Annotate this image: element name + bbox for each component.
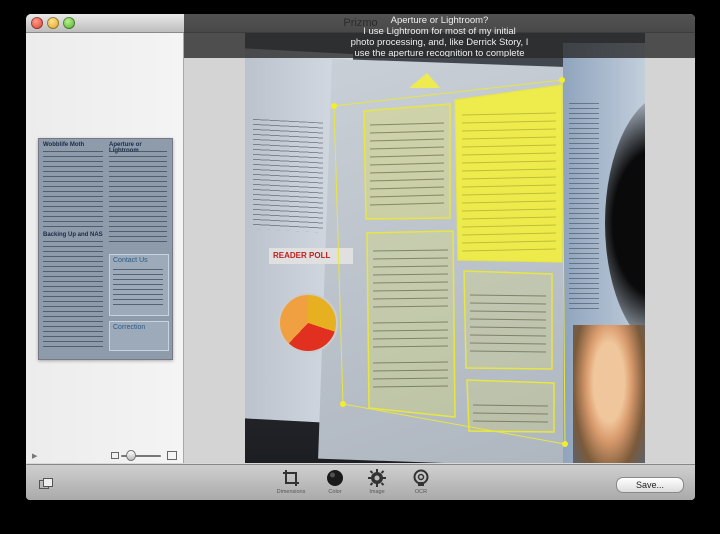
ocr-regions-overlay[interactable] <box>184 33 695 463</box>
tooltip-line-1: Aperture or Lightroom? <box>390 15 489 26</box>
thumb-heading-1: Wobblife Moth <box>43 142 85 148</box>
thumb-heading-5: Correction <box>113 324 146 331</box>
bottom-toolbar: Dimensions Color Image OCR Save... <box>26 464 695 500</box>
image-tool-button[interactable]: Image <box>357 469 397 495</box>
app-window: Prizmo Wobblife Moth Aperture or Lightro… <box>26 14 695 500</box>
thumb-text-block <box>43 241 103 351</box>
sidebar-toggle-icon[interactable] <box>39 478 53 490</box>
dimensions-label: Dimensions <box>276 489 306 495</box>
gear-icon <box>368 469 386 487</box>
corner-handle-top-left[interactable] <box>331 103 337 109</box>
thumb-heading-4: Contact Us <box>113 257 148 264</box>
corner-handle-top-right[interactable] <box>559 77 565 83</box>
crop-icon <box>283 470 299 486</box>
save-button[interactable]: Save... <box>616 477 684 493</box>
page-thumbnail[interactable]: Wobblife Moth Aperture or Lightroom Back… <box>38 138 173 360</box>
color-label: Color <box>328 489 342 495</box>
tooltip-line-3: photo processing, and, like Derrick Stor… <box>350 37 529 48</box>
disclosure-triangle-icon[interactable]: ▶ <box>32 452 37 460</box>
thumb-text-block <box>113 269 163 309</box>
corner-handle-bottom-right[interactable] <box>562 441 568 447</box>
zoom-slider-knob[interactable] <box>126 450 136 461</box>
dimensions-tool-button[interactable]: Dimensions <box>271 469 311 495</box>
color-icon <box>327 470 343 486</box>
thumb-text-block <box>43 151 103 229</box>
color-tool-button[interactable]: Color <box>315 469 355 495</box>
document-canvas[interactable]: READER POLL <box>184 33 695 463</box>
region-wobblife-moth[interactable] <box>363 103 451 220</box>
thumb-heading-3: Backing Up and NAS <box>43 232 103 238</box>
thumb-text-block <box>109 151 167 243</box>
tooltip-line-4: use the aperture recognition to complete <box>354 48 525 57</box>
zoom-out-icon[interactable] <box>111 452 119 459</box>
tooltip-pointer <box>409 73 440 88</box>
ocr-icon <box>413 469 429 486</box>
corner-handle-bottom-left[interactable] <box>340 401 346 407</box>
ocr-label: OCR <box>414 489 428 495</box>
zoom-in-icon[interactable] <box>167 451 177 460</box>
tooltip-line-2: I use Lightroom for most of my initial <box>363 26 516 37</box>
page-sidebar: Wobblife Moth Aperture or Lightroom Back… <box>26 33 184 463</box>
selected-region-aperture[interactable] <box>454 84 563 263</box>
ocr-text-tooltip: Aperture or Lightroom? I use Lightroom f… <box>184 14 695 58</box>
ocr-tool-button[interactable]: OCR <box>401 469 441 495</box>
image-label: Image <box>369 489 385 495</box>
